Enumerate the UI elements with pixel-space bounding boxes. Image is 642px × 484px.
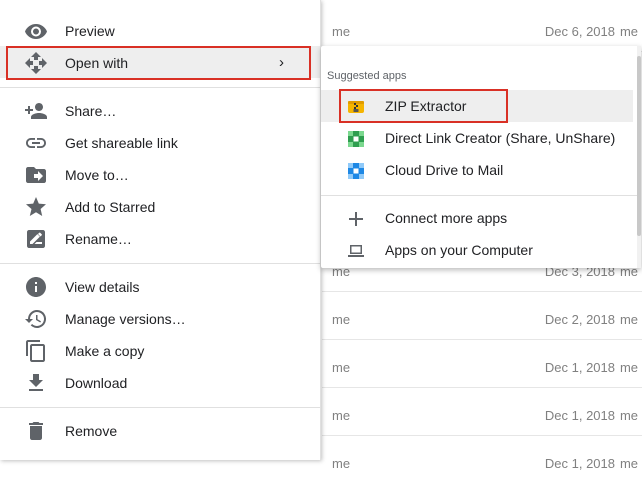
info-icon: [24, 275, 48, 299]
history-icon: [24, 307, 48, 331]
action-label: Connect more apps: [385, 210, 508, 226]
modified-date-cell: Dec 2, 2018: [544, 312, 615, 327]
scrollbar-thumb[interactable]: [637, 56, 641, 236]
trash-icon: [24, 419, 48, 443]
menu-item-label: Add to Starred: [65, 199, 156, 215]
app-cloud-drive-to-mail[interactable]: Cloud Drive to Mail: [321, 154, 633, 186]
modified-date-cell: Dec 6, 2018: [544, 24, 615, 39]
apps-on-computer[interactable]: Apps on your Computer: [321, 234, 633, 266]
menu-item-open-with[interactable]: Open with ›: [0, 46, 320, 78]
menu-item-label: Share…: [65, 103, 117, 119]
menu-item-label: View details: [65, 279, 140, 295]
modified-by-cell: me: [619, 408, 638, 423]
link-icon: [24, 131, 48, 155]
edit-icon: [24, 227, 48, 251]
plus-icon: [347, 210, 365, 228]
menu-item-remove[interactable]: Remove: [0, 414, 320, 446]
menu-item-make-copy[interactable]: Make a copy: [0, 334, 320, 366]
app-zip-extractor[interactable]: ZIP Extractor: [321, 90, 633, 122]
menu-item-label: Remove: [65, 423, 118, 439]
star-icon: [24, 195, 48, 219]
menu-item-label: Download: [65, 375, 128, 391]
file-row[interactable]: me Dec 1, 2018 me: [322, 340, 642, 388]
file-row[interactable]: me Dec 1, 2018 me: [322, 388, 642, 436]
menu-divider: [0, 263, 320, 264]
owner-cell: me: [332, 360, 351, 375]
modified-by-cell: me: [619, 312, 638, 327]
eye-icon: [24, 19, 48, 43]
menu-divider: [0, 87, 320, 88]
menu-item-label: Rename…: [65, 231, 132, 247]
modified-by-cell: me: [619, 360, 638, 375]
connect-more-apps[interactable]: Connect more apps: [321, 202, 633, 234]
owner-cell: me: [332, 408, 351, 423]
app-direct-link-creator[interactable]: Direct Link Creator (Share, UnShare): [321, 122, 633, 154]
modified-date-cell: Dec 1, 2018: [544, 408, 615, 423]
menu-item-label: Open with: [65, 55, 129, 71]
menu-item-label: Get shareable link: [65, 135, 178, 151]
modified-by-cell: me: [619, 24, 638, 39]
owner-cell: me: [332, 456, 351, 471]
menu-item-get-link[interactable]: Get shareable link: [0, 126, 320, 158]
submenu-heading: Suggested apps: [327, 70, 407, 82]
file-row[interactable]: me Dec 1, 2018 me: [322, 436, 642, 484]
submenu-scrollbar[interactable]: [637, 46, 641, 268]
menu-item-rename[interactable]: Rename…: [0, 222, 320, 254]
owner-cell: me: [332, 24, 351, 39]
menu-item-download[interactable]: Download: [0, 366, 320, 398]
zip-icon: [347, 98, 365, 116]
app-label: Cloud Drive to Mail: [385, 162, 504, 178]
submenu-divider: [321, 195, 641, 196]
download-icon: [24, 371, 48, 395]
file-context-menu: Preview Open with › Share… Get shareable…: [0, 0, 321, 460]
laptop-icon: [347, 242, 365, 260]
modified-date-cell: Dec 1, 2018: [544, 360, 615, 375]
menu-item-view-details[interactable]: View details: [0, 270, 320, 302]
menu-item-manage-versions[interactable]: Manage versions…: [0, 302, 320, 334]
file-row[interactable]: me Dec 6, 2018 me: [322, 4, 642, 52]
app-label: ZIP Extractor: [385, 98, 467, 114]
copy-icon: [24, 339, 48, 363]
menu-item-label: Manage versions…: [65, 311, 186, 327]
menu-item-share[interactable]: Share…: [0, 94, 320, 126]
blue-app-icon: [347, 162, 365, 180]
modified-by-cell: me: [619, 456, 638, 471]
menu-divider: [0, 407, 320, 408]
menu-item-label: Preview: [65, 23, 115, 39]
file-row[interactable]: me Dec 2, 2018 me: [322, 292, 642, 340]
add-person-icon: [24, 99, 48, 123]
owner-cell: me: [332, 312, 351, 327]
app-label: Direct Link Creator (Share, UnShare): [385, 130, 616, 146]
chevron-right-icon: ›: [279, 54, 284, 71]
modified-date-cell: Dec 1, 2018: [544, 456, 615, 471]
action-label: Apps on your Computer: [385, 242, 533, 258]
move-arrows-icon: [24, 51, 48, 75]
folder-move-icon: [24, 163, 48, 187]
menu-item-move-to[interactable]: Move to…: [0, 158, 320, 190]
menu-item-preview[interactable]: Preview: [0, 14, 320, 46]
menu-item-add-starred[interactable]: Add to Starred: [0, 190, 320, 222]
menu-item-label: Make a copy: [65, 343, 145, 359]
open-with-submenu: Suggested apps ZIP Extractor Direct Link…: [321, 46, 641, 268]
green-app-icon: [347, 130, 365, 148]
menu-item-label: Move to…: [65, 167, 129, 183]
